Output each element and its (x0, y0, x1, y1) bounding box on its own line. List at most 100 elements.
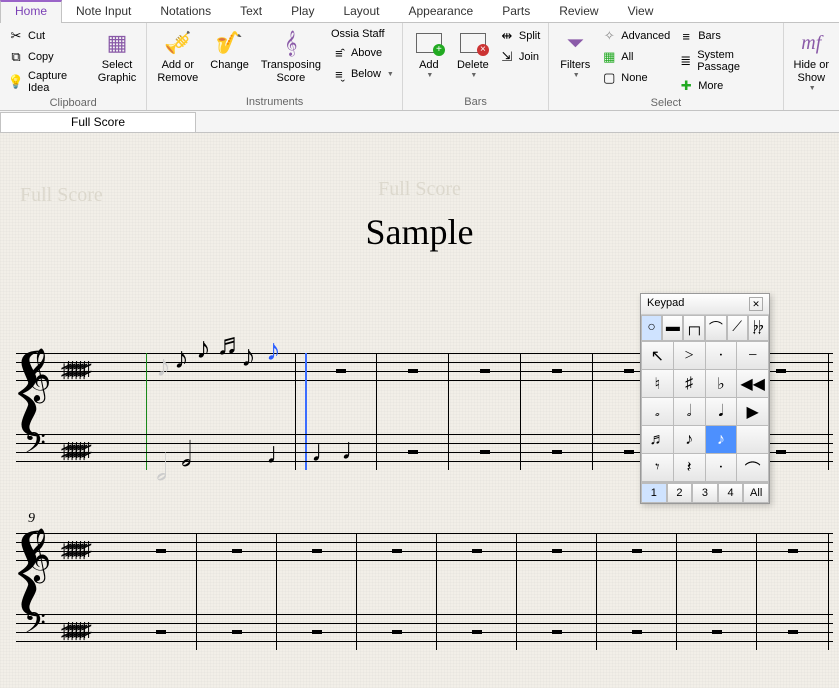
join-bar-button[interactable]: ⇲ Join (495, 48, 544, 66)
keypad-cell[interactable]: ◀◀ (737, 370, 768, 397)
advanced-button[interactable]: ✧ Advanced (597, 27, 674, 45)
whole-rest[interactable] (312, 630, 322, 634)
whole-rest[interactable] (712, 549, 722, 553)
keypad-cell[interactable]: − (737, 342, 768, 369)
whole-rest[interactable] (788, 549, 798, 553)
whole-rest[interactable] (776, 369, 786, 373)
whole-rest[interactable] (480, 369, 490, 373)
keypad-cell[interactable]: 𝅘𝅥 (706, 398, 737, 425)
whole-rest[interactable] (712, 630, 722, 634)
transposing-button[interactable]: 𝄞 Transposing Score (255, 25, 327, 94)
select-graphic-button[interactable]: ▦ Select Graphic (92, 25, 143, 95)
tab-layout[interactable]: Layout (329, 0, 394, 22)
capture-idea-button[interactable]: 💡 Capture Idea (4, 69, 92, 95)
whole-rest[interactable] (472, 630, 482, 634)
keypad-cell[interactable]: 𝄾 (642, 454, 673, 481)
keypad-cell[interactable]: ⌒ (737, 454, 768, 481)
keypad-cell[interactable]: 𝄽 (674, 454, 705, 481)
document-tab[interactable]: Full Score (0, 112, 196, 132)
whole-rest[interactable] (632, 549, 642, 553)
whole-rest[interactable] (312, 549, 322, 553)
delete-bar-button[interactable]: × Delete ▼ (451, 25, 495, 94)
whole-rest[interactable] (232, 549, 242, 553)
add-remove-button[interactable]: 🎺 Add or Remove (151, 25, 204, 94)
whole-rest[interactable] (232, 630, 242, 634)
keypad-cell[interactable]: · (706, 454, 737, 481)
keypad-top-tab-0[interactable]: ○ (641, 315, 662, 340)
keypad-cell[interactable]: ♬ (642, 426, 673, 453)
split-bar-button[interactable]: ⇹ Split (495, 27, 544, 45)
whole-rest[interactable] (480, 450, 490, 454)
keypad-cell[interactable]: 𝅗𝅥 (674, 398, 705, 425)
whole-rest[interactable] (472, 549, 482, 553)
add-bar-button[interactable]: + Add ▼ (407, 25, 451, 94)
keypad-cell[interactable]: ♮ (642, 370, 673, 397)
hide-show-button[interactable]: mf Hide or Show ▼ (788, 25, 835, 110)
whole-rest[interactable] (552, 369, 562, 373)
staff-bass-2[interactable]: 𝄢 ♯♯♯♯♯♯ (16, 614, 833, 650)
close-icon[interactable]: ✕ (749, 297, 763, 311)
keypad-cell[interactable]: ↖ (642, 342, 673, 369)
keypad-cell[interactable]: ▶ (737, 398, 768, 425)
whole-rest[interactable] (552, 450, 562, 454)
whole-rest[interactable] (624, 369, 634, 373)
keypad-top-tab-5[interactable]: 𝄭𝄭 (748, 315, 769, 340)
whole-rest[interactable] (624, 450, 634, 454)
keypad-top-tab-1[interactable]: ▬ (662, 315, 683, 340)
whole-rest[interactable] (552, 549, 562, 553)
below-button[interactable]: ≡̬ Below ▼ (327, 65, 398, 83)
tab-note-input[interactable]: Note Input (62, 0, 146, 22)
tab-view[interactable]: View (614, 0, 669, 22)
tab-play[interactable]: Play (277, 0, 329, 22)
keypad-cell[interactable]: ♯ (674, 370, 705, 397)
keypad-cell[interactable]: 𝅗 (642, 398, 673, 425)
keypad-panel[interactable]: Keypad ✕ ○ ▬ ┌┐ ⌒ ⟋ 𝄭𝄭 ↖ > · − ♮ ♯ ♭ ◀◀ … (640, 293, 770, 504)
none-button[interactable]: ▢ None (597, 69, 674, 87)
change-button[interactable]: 🎷 Change (204, 25, 255, 94)
keypad-cell[interactable]: · (706, 342, 737, 369)
tab-home[interactable]: Home (0, 0, 62, 23)
cut-button[interactable]: ✂ Cut (4, 27, 92, 45)
copy-button[interactable]: ⧉ Copy (4, 48, 92, 66)
filters-button[interactable]: ⏷ Filters ▼ (553, 25, 597, 95)
keypad-top-tab-3[interactable]: ⌒ (705, 315, 726, 340)
keypad-page-1[interactable]: 1 (641, 483, 667, 503)
tab-notations[interactable]: Notations (146, 0, 226, 22)
keypad-page-3[interactable]: 3 (692, 483, 718, 503)
whole-rest[interactable] (408, 450, 418, 454)
whole-rest[interactable] (156, 549, 166, 553)
whole-rest[interactable] (392, 630, 402, 634)
above-button[interactable]: ≡̂ Above (327, 44, 398, 62)
keypad-cell[interactable]: ♭ (706, 370, 737, 397)
whole-rest[interactable] (776, 450, 786, 454)
whole-rest[interactable] (788, 630, 798, 634)
whole-rest[interactable] (392, 549, 402, 553)
keypad-page-2[interactable]: 2 (667, 483, 693, 503)
whole-rest[interactable] (552, 630, 562, 634)
system-passage-button[interactable]: ≣ System Passage (674, 48, 778, 74)
select-bars-button[interactable]: ≡ Bars (674, 27, 778, 45)
ossia-staff-button[interactable]: Ossia Staff (327, 27, 398, 41)
tab-review[interactable]: Review (545, 0, 613, 22)
whole-rest[interactable] (336, 369, 346, 373)
keypad-top-tab-2[interactable]: ┌┐ (683, 315, 705, 340)
keypad-cell[interactable] (737, 426, 768, 453)
keypad-cell[interactable]: > (674, 342, 705, 369)
tab-parts[interactable]: Parts (488, 0, 545, 22)
whole-rest[interactable] (632, 630, 642, 634)
keypad-cell[interactable]: ♪ (674, 426, 705, 453)
whole-rest[interactable] (408, 369, 418, 373)
staff-treble-2[interactable]: 𝄞 ♯♯♯♯♯♯ (16, 533, 833, 569)
all-button[interactable]: ▦ All (597, 48, 674, 66)
more-button[interactable]: ✚ More (674, 77, 778, 95)
keypad-cell-active[interactable]: ♪ (706, 426, 737, 453)
keypad-titlebar[interactable]: Keypad ✕ (641, 294, 769, 315)
keypad-page-4[interactable]: 4 (718, 483, 744, 503)
whole-rest[interactable] (156, 630, 166, 634)
tab-appearance[interactable]: Appearance (394, 0, 488, 22)
score-canvas[interactable]: Full Score Full Score Sample 𝄔 𝄞 ♯♯♯♯♯♯ … (0, 133, 839, 688)
keypad-top-tab-4[interactable]: ⟋ (727, 315, 748, 340)
score-title[interactable]: Sample (0, 211, 839, 253)
tab-text[interactable]: Text (226, 0, 277, 22)
keypad-page-all[interactable]: All (743, 483, 769, 503)
